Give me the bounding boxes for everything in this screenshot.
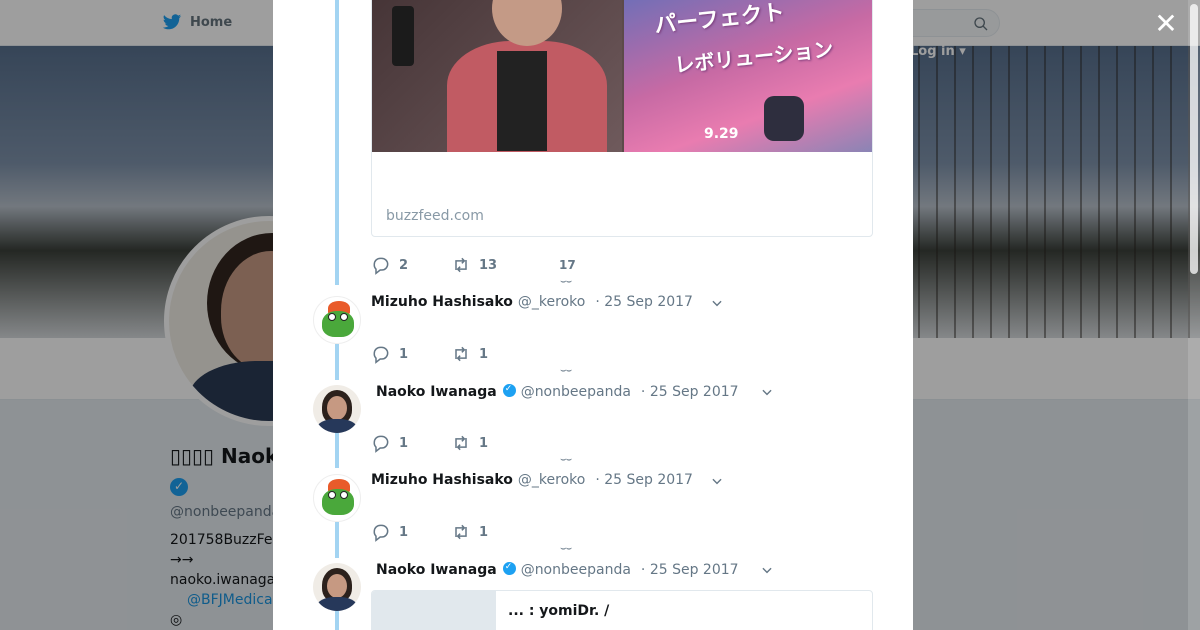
tweet-actions: 2 13 17 xyxy=(371,255,576,275)
like-button[interactable]: 17 xyxy=(559,258,576,272)
reply-button[interactable]: 1 xyxy=(371,522,451,542)
retweet-button[interactable]: 1 xyxy=(451,522,531,542)
thread-line xyxy=(335,610,339,630)
tweet-header: Naoko Iwanaga @nonbeepanda · 25 Sep 2017 xyxy=(376,561,739,578)
retweet-count: 1 xyxy=(479,524,489,540)
author-name[interactable]: Mizuho Hashisako xyxy=(371,294,513,310)
reply-icon xyxy=(373,524,389,542)
poster-title: パーフェクト xyxy=(653,0,786,39)
retweet-icon xyxy=(455,257,467,273)
retweet-button[interactable]: 1 xyxy=(451,433,531,453)
thread-line xyxy=(335,344,339,380)
retweet-count: 1 xyxy=(479,346,489,362)
reply-icon xyxy=(373,346,389,364)
link-preview-title: ... : yomiDr. / xyxy=(508,603,610,619)
retweet-icon xyxy=(455,435,467,451)
thread-separator: ⌣⌣ xyxy=(560,276,572,287)
verified-badge-icon xyxy=(502,562,516,575)
thread-separator: ⌣⌣ xyxy=(560,543,572,554)
page-scrollbar[interactable] xyxy=(1188,0,1200,630)
thread-separator: ⌣⌣ xyxy=(560,454,572,465)
poster-date: 9.29 xyxy=(704,126,739,142)
link-preview-image: パーフェクト レボリューション 9.29 xyxy=(372,0,872,152)
reply-icon xyxy=(373,435,389,453)
like-count: 17 xyxy=(559,258,576,272)
tweet-actions: 1 1 xyxy=(371,522,531,542)
link-preview-image xyxy=(372,591,496,630)
reply-count: 1 xyxy=(399,524,409,540)
retweet-count: 13 xyxy=(479,257,498,273)
tweet-timestamp[interactable]: · 25 Sep 2017 xyxy=(595,472,693,488)
tweet-header: Mizuho Hashisako @_keroko · 25 Sep 2017 xyxy=(371,472,693,488)
retweet-icon xyxy=(455,346,467,362)
author-handle[interactable]: @_keroko xyxy=(518,294,585,310)
author-name[interactable]: Mizuho Hashisako xyxy=(371,472,513,488)
chevron-down-icon[interactable] xyxy=(760,385,774,399)
avatar[interactable] xyxy=(313,563,361,611)
reply-button[interactable]: 1 xyxy=(371,433,451,453)
reply-count: 1 xyxy=(399,435,409,451)
poster-title: レボリューション xyxy=(673,36,835,78)
avatar[interactable] xyxy=(313,474,361,522)
tweet-timestamp[interactable]: · 25 Sep 2017 xyxy=(595,294,693,310)
close-icon[interactable]: ✕ xyxy=(1154,10,1178,38)
tweet-actions: 1 1 xyxy=(371,344,531,364)
tweet-header: Naoko Iwanaga @nonbeepanda · 25 Sep 2017 xyxy=(376,383,739,400)
reply-button[interactable]: 1 xyxy=(371,344,451,364)
tweet-timestamp[interactable]: · 25 Sep 2017 xyxy=(641,562,739,578)
retweet-button[interactable]: 1 xyxy=(451,344,531,364)
retweet-button[interactable]: 13 xyxy=(451,255,559,275)
link-preview-card[interactable]: パーフェクト レボリューション 9.29 buzzfeed.com xyxy=(371,0,873,237)
author-handle[interactable]: @nonbeepanda xyxy=(521,562,631,578)
thread-separator: ⌣⌣ xyxy=(560,365,572,376)
chevron-down-icon[interactable] xyxy=(760,563,774,577)
retweet-icon xyxy=(455,524,467,540)
avatar[interactable] xyxy=(313,296,361,344)
author-handle[interactable]: @nonbeepanda xyxy=(521,384,631,400)
author-name[interactable]: Naoko Iwanaga xyxy=(376,384,497,400)
tweet-thread-modal: パーフェクト レボリューション 9.29 buzzfeed.com 2 13 1… xyxy=(273,0,913,630)
tweet-header: Mizuho Hashisako @_keroko · 25 Sep 2017 xyxy=(371,294,693,310)
thread-line xyxy=(335,522,339,558)
tweet-timestamp[interactable]: · 25 Sep 2017 xyxy=(641,384,739,400)
link-domain: buzzfeed.com xyxy=(386,208,484,224)
reply-count: 2 xyxy=(399,257,409,273)
verified-badge-icon xyxy=(502,384,516,397)
reply-count: 1 xyxy=(399,346,409,362)
reply-icon xyxy=(373,257,389,275)
retweet-count: 1 xyxy=(479,435,489,451)
chevron-down-icon[interactable] xyxy=(710,296,724,310)
author-name[interactable]: Naoko Iwanaga xyxy=(376,562,497,578)
link-preview-card[interactable]: ... : yomiDr. / xyxy=(371,590,873,630)
tweet-actions: 1 1 xyxy=(371,433,531,453)
reply-button[interactable]: 2 xyxy=(371,255,451,275)
thread-line xyxy=(335,0,339,285)
thread-line xyxy=(335,432,339,468)
avatar[interactable] xyxy=(313,385,361,433)
chevron-down-icon[interactable] xyxy=(710,474,724,488)
scrollbar-thumb[interactable] xyxy=(1190,4,1198,274)
author-handle[interactable]: @_keroko xyxy=(518,472,585,488)
